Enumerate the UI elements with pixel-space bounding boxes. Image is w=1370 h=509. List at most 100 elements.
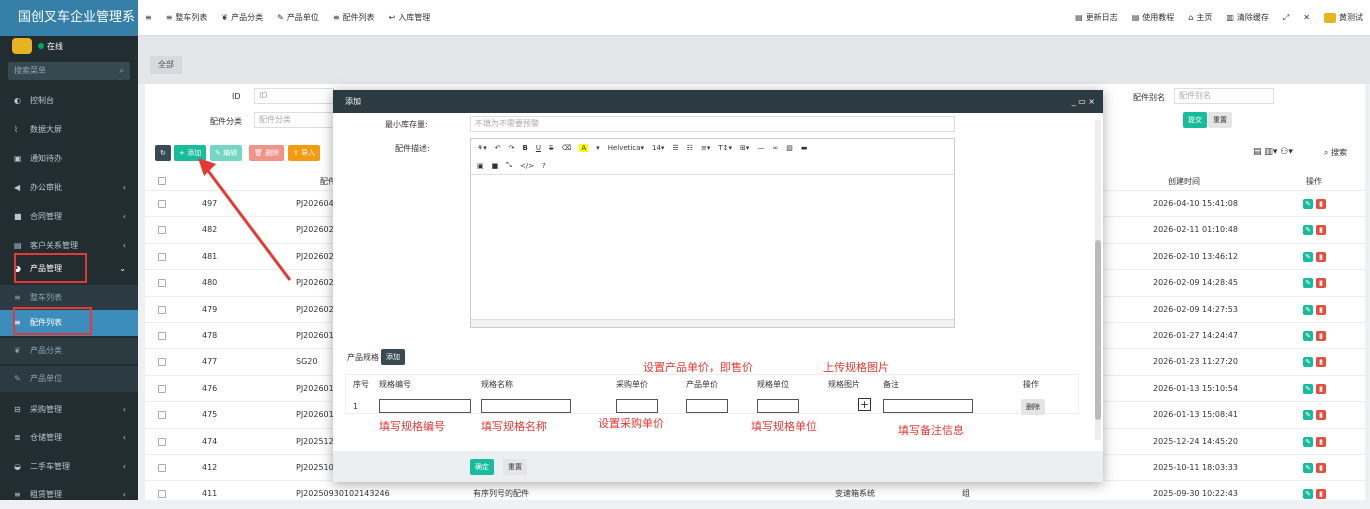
top-nav-item-0[interactable]: ≡ 整车列表 xyxy=(159,12,215,23)
delete-icon[interactable]: ▮ xyxy=(1316,463,1326,473)
delete-icon[interactable]: ▮ xyxy=(1316,489,1326,500)
table-row[interactable]: 411 PJ20250930102143246 有序列号的配件 变速箱系统 组 2025-… xyxy=(145,480,1365,506)
editor-resize-bar[interactable] xyxy=(471,319,954,327)
menu-toggle-icon[interactable]: ≡ xyxy=(138,13,159,22)
edit-icon[interactable]: ✎ xyxy=(1303,436,1313,447)
expand-icon[interactable]: ⤢ xyxy=(1276,13,1296,23)
delete-icon[interactable]: ▮ xyxy=(1316,383,1326,394)
spec-name-input[interactable] xyxy=(481,399,571,413)
product-price-input[interactable] xyxy=(686,399,728,413)
eraser-icon[interactable]: ⌫ xyxy=(561,144,571,152)
top-nav-right-2[interactable]: ⌂ 主页 xyxy=(1181,12,1219,23)
image-icon[interactable]: ▨ xyxy=(786,144,793,152)
view-toggle-icon[interactable]: ▤ ▥▾ ⚇▾ xyxy=(1253,147,1293,157)
doc-icon[interactable]: ■ xyxy=(492,162,499,170)
undo-icon[interactable]: ↶ xyxy=(495,144,501,152)
color-icon[interactable]: A xyxy=(579,144,589,152)
edit-icon[interactable]: ✎ xyxy=(1303,199,1313,209)
row-checkbox[interactable] xyxy=(158,464,166,472)
edit-icon[interactable]: ✎ xyxy=(1303,463,1313,473)
scroll-thumb[interactable] xyxy=(1095,240,1101,420)
hr-icon[interactable]: — xyxy=(757,144,764,152)
reset-button[interactable]: 重置 xyxy=(1208,112,1232,128)
delete-icon[interactable]: ▮ xyxy=(1316,357,1326,368)
close-icon[interactable]: × xyxy=(1088,97,1095,106)
filter-category-input[interactable]: 配件分类 xyxy=(254,112,334,128)
sidebar-item-14[interactable]: ≡ 租赁管理 ‹ xyxy=(0,480,138,509)
sidebar-item-0[interactable]: ◐ 控制台 xyxy=(0,86,138,115)
col-header-created[interactable]: 创建时间 xyxy=(1168,176,1200,187)
select-all-checkbox[interactable] xyxy=(158,177,166,185)
edit-icon[interactable]: ✎ xyxy=(1303,489,1313,500)
edit-icon[interactable]: ✎ xyxy=(1303,331,1313,341)
sidebar-item-1[interactable]: ⌇ 数据大屏 xyxy=(0,115,138,144)
top-nav-item-3[interactable]: ≡ 配件列表 xyxy=(326,12,382,23)
upload-image-icon[interactable]: + xyxy=(858,398,871,411)
filter-id-input[interactable]: ID xyxy=(254,88,334,104)
confirm-button[interactable]: 确定 xyxy=(470,459,494,475)
edit-icon[interactable]: ✎ xyxy=(1303,410,1313,421)
top-nav-right-0[interactable]: ▤ 更新日志 xyxy=(1068,12,1125,23)
sidebar-item-10[interactable]: ✎ 产品单位 xyxy=(0,366,138,392)
search-toggle-button[interactable]: ⌕ 搜索 xyxy=(1324,147,1347,158)
tab-all[interactable]: 全部 xyxy=(150,56,182,74)
row-checkbox[interactable] xyxy=(158,252,166,261)
ul-icon[interactable]: ☰ xyxy=(672,144,678,152)
delete-icon[interactable]: ▮ xyxy=(1316,225,1326,236)
dialog-reset-button[interactable]: 重置 xyxy=(503,459,527,475)
top-nav-item-2[interactable]: ✎ 产品单位 xyxy=(270,12,326,23)
align-icon[interactable]: ≡▾ xyxy=(701,144,710,152)
delete-icon[interactable]: ▮ xyxy=(1316,436,1326,447)
link-icon[interactable]: ∞ xyxy=(772,144,778,152)
edit-icon[interactable]: ✎ xyxy=(1303,383,1313,394)
sidebar-item-2[interactable]: ▣ 通知待办 xyxy=(0,144,138,173)
dialog-scrollbar[interactable] xyxy=(1095,120,1101,440)
spec-code-input[interactable] xyxy=(379,399,471,413)
spec-add-button[interactable]: 添加 xyxy=(381,349,405,365)
spec-delete-button[interactable]: 删除 xyxy=(1021,399,1045,415)
delete-icon[interactable]: ▮ xyxy=(1316,410,1326,421)
refresh-button[interactable]: ↻ xyxy=(155,145,171,161)
search-icon[interactable]: ⌕ xyxy=(120,62,124,80)
delete-icon[interactable]: ▮ xyxy=(1316,251,1326,262)
sidebar-item-12[interactable]: ≣ 仓储管理 ‹ xyxy=(0,423,138,452)
sidebar-item-3[interactable]: ◀ 办公审批 ‹ xyxy=(0,173,138,202)
sidebar-item-11[interactable]: ⊟ 采购管理 ‹ xyxy=(0,395,138,424)
ol-icon[interactable]: ☷ xyxy=(687,144,693,152)
row-checkbox[interactable] xyxy=(158,200,166,208)
color-dropdown-icon[interactable]: ▾ xyxy=(596,144,600,152)
top-nav-right-3[interactable]: ▥ 清除缓存 xyxy=(1219,12,1276,23)
row-checkbox[interactable] xyxy=(158,279,166,288)
fullscreen-icon[interactable]: ✕ xyxy=(1296,13,1317,22)
rich-text-editor[interactable]: ⚘▾ ↶ ↷ B U S ⌫ A ▾ Helvetica▾ 14▾ ☰ ☷ ≡▾ T↕▾ ⊞▾ — ∞ ▨ ▬ ▣ ■ ⤡… xyxy=(470,138,955,328)
submit-button[interactable]: 提交 xyxy=(1183,112,1207,128)
row-checkbox[interactable] xyxy=(158,437,166,446)
strike-icon[interactable]: S xyxy=(549,144,553,152)
spec-unit-input[interactable] xyxy=(757,399,799,413)
sidebar-item-9[interactable]: ❦ 产品分类 xyxy=(0,338,138,364)
min-stock-input[interactable]: 不填为不需要预警 xyxy=(470,116,955,132)
row-checkbox[interactable] xyxy=(158,332,166,340)
row-checkbox[interactable] xyxy=(158,411,166,420)
top-nav-item-1[interactable]: ❦ 产品分类 xyxy=(214,12,270,23)
edit-icon[interactable]: ✎ xyxy=(1303,251,1313,262)
fullscreen-icon[interactable]: ⤡ xyxy=(506,161,512,170)
delete-icon[interactable]: ▮ xyxy=(1316,304,1326,315)
filter-alias-input[interactable]: 配件别名 xyxy=(1174,88,1274,104)
sidebar-item-4[interactable]: ■ 合同管理 ‹ xyxy=(0,202,138,231)
user-menu[interactable]: 黄测试 xyxy=(1317,12,1370,23)
magic-icon[interactable]: ⚘▾ xyxy=(477,144,487,152)
table-icon[interactable]: ⊞▾ xyxy=(740,144,749,152)
help-icon[interactable]: ? xyxy=(542,162,546,170)
delete-icon[interactable]: ▮ xyxy=(1316,278,1326,289)
font-select[interactable]: Helvetica▾ xyxy=(608,144,644,152)
edit-icon[interactable]: ✎ xyxy=(1303,304,1313,315)
redo-icon[interactable]: ↷ xyxy=(509,144,515,152)
row-checkbox[interactable] xyxy=(158,384,166,393)
top-nav-item-4[interactable]: ↩ 入库管理 xyxy=(382,12,438,23)
file-icon[interactable]: ▣ xyxy=(477,162,484,170)
edit-icon[interactable]: ✎ xyxy=(1303,225,1313,236)
remark-input[interactable] xyxy=(883,399,973,413)
top-nav-right-1[interactable]: ▤ 使用教程 xyxy=(1125,12,1182,23)
edit-icon[interactable]: ✎ xyxy=(1303,357,1313,368)
